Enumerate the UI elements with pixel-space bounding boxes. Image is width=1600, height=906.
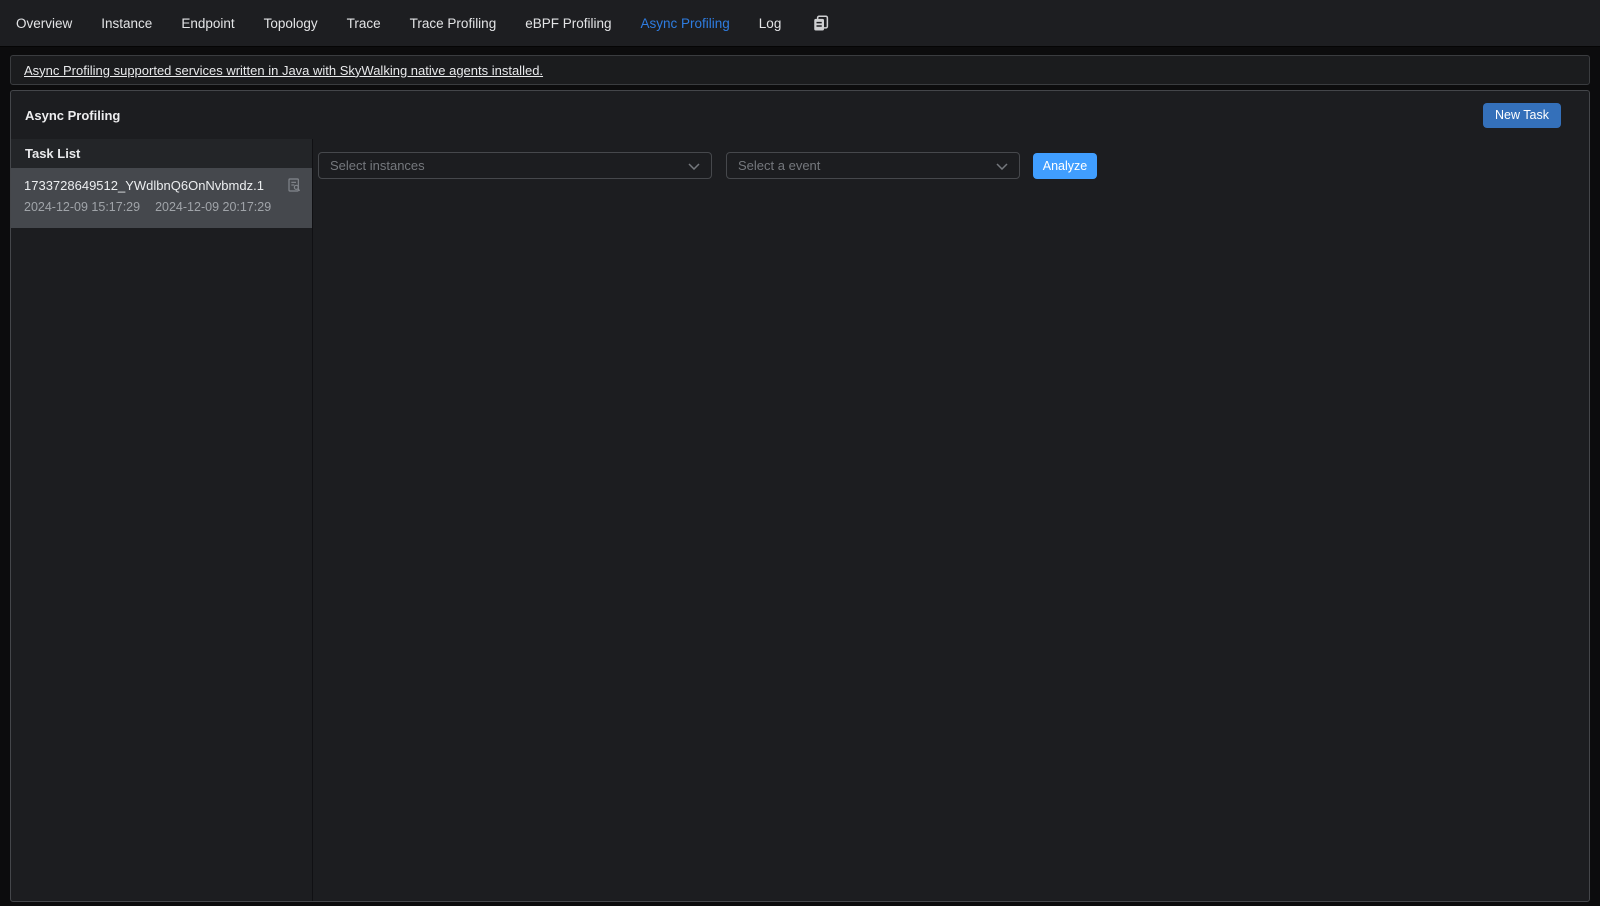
task-time-range: 2024-12-09 15:17:29 2024-12-09 20:17:29 bbox=[24, 200, 302, 214]
nav-tab-trace-profiling[interactable]: Trace Profiling bbox=[410, 16, 497, 31]
task-list-panel: Task List 1733728649512_YWdlbnQ6OnNvbmdz… bbox=[11, 139, 313, 901]
analyze-button[interactable]: Analyze bbox=[1033, 153, 1097, 179]
nav-tab-overview[interactable]: Overview bbox=[16, 16, 72, 31]
chevron-down-icon bbox=[996, 157, 1008, 175]
task-list-header: Task List bbox=[11, 139, 312, 168]
copy-icon[interactable] bbox=[812, 14, 830, 32]
nav-tab-instance[interactable]: Instance bbox=[101, 16, 152, 31]
task-list-item[interactable]: 1733728649512_YWdlbnQ6OnNvbmdz.1 2024-12… bbox=[11, 168, 312, 228]
file-search-icon[interactable] bbox=[286, 177, 302, 193]
panel-header: Async Profiling New Task bbox=[11, 91, 1589, 139]
analysis-toolbar: Select instances Select a event bbox=[318, 152, 1589, 179]
nav-tab-ebpf-profiling[interactable]: eBPF Profiling bbox=[525, 16, 611, 31]
info-banner: Async Profiling supported services writt… bbox=[10, 55, 1590, 85]
task-name: 1733728649512_YWdlbnQ6OnNvbmdz.1 bbox=[24, 178, 264, 193]
nav-tab-async-profiling[interactable]: Async Profiling bbox=[641, 16, 730, 31]
panel-body: Task List 1733728649512_YWdlbnQ6OnNvbmdz… bbox=[11, 139, 1589, 901]
instances-select-placeholder: Select instances bbox=[330, 158, 425, 173]
banner-link[interactable]: Async Profiling supported services writt… bbox=[24, 63, 543, 78]
async-profiling-panel: Async Profiling New Task Task List 17337… bbox=[10, 90, 1590, 902]
panel-title: Async Profiling bbox=[25, 108, 120, 123]
new-task-button[interactable]: New Task bbox=[1483, 103, 1561, 128]
instances-select[interactable]: Select instances bbox=[318, 152, 712, 179]
content-area: Select instances Select a event bbox=[313, 139, 1589, 901]
nav-tab-log[interactable]: Log bbox=[759, 16, 782, 31]
nav-tab-topology[interactable]: Topology bbox=[264, 16, 318, 31]
nav-tab-endpoint[interactable]: Endpoint bbox=[181, 16, 234, 31]
nav-tab-trace[interactable]: Trace bbox=[347, 16, 381, 31]
task-end-time: 2024-12-09 20:17:29 bbox=[155, 200, 271, 214]
task-start-time: 2024-12-09 15:17:29 bbox=[24, 200, 140, 214]
event-select-placeholder: Select a event bbox=[738, 158, 820, 173]
chevron-down-icon bbox=[688, 157, 700, 175]
top-nav: Overview Instance Endpoint Topology Trac… bbox=[0, 0, 1600, 47]
event-select[interactable]: Select a event bbox=[726, 152, 1020, 179]
